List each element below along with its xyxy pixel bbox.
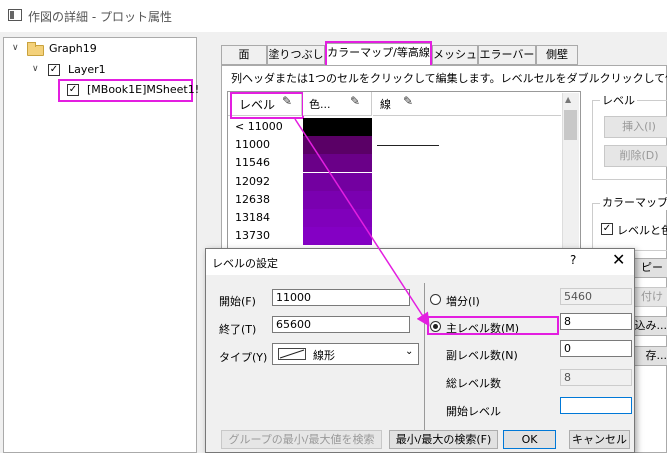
grid-header-line-label: 線 [380, 98, 391, 111]
plot-checkbox[interactable]: ✓ [67, 84, 79, 96]
tab-side-wall[interactable]: 側壁 [536, 45, 578, 65]
level-group-label: レベル [600, 92, 637, 108]
increment-input[interactable] [560, 288, 632, 305]
app-window-icon [8, 9, 22, 21]
tab-mesh[interactable]: メッシュ [432, 45, 478, 65]
increment-label: 増分(I) [446, 295, 480, 308]
color-swatch[interactable] [303, 118, 372, 136]
color-swatch[interactable] [303, 209, 372, 227]
scroll-up-icon[interactable]: ▲ [565, 95, 571, 104]
line-sample [377, 145, 439, 146]
folder-icon [27, 42, 44, 56]
help-icon[interactable]: ? [570, 253, 576, 267]
start-level-input[interactable] [560, 397, 632, 414]
tree-item-layer[interactable]: Layer1 [68, 63, 106, 76]
minor-levels-label: 副レベル数(N) [446, 349, 518, 362]
save-button[interactable]: 存... [630, 346, 667, 366]
collapse-toggle-icon[interactable]: ∨ [32, 64, 39, 74]
insert-button[interactable]: 挿入(I) [604, 116, 667, 138]
total-levels-label: 総レベル数 [446, 377, 501, 390]
highlight-frame-tab [325, 41, 432, 67]
dialog-title: レベルの設定 [212, 257, 278, 270]
delete-button[interactable]: 削除(D) [604, 145, 667, 167]
end-input[interactable] [272, 316, 410, 333]
major-levels-input[interactable] [560, 313, 632, 330]
load-button[interactable]: 込み... [630, 316, 667, 336]
start-label: 開始(F) [219, 295, 256, 308]
tab-fill[interactable]: 塗りつぶし [267, 45, 325, 65]
colormap-group-label: カラーマップテー [600, 194, 667, 210]
level-cell[interactable]: 13730 [235, 227, 270, 245]
cancel-button[interactable]: キャンセル [569, 430, 630, 449]
tree-item-plot[interactable]: [MBook1E]MSheet1! [87, 83, 199, 96]
start-input[interactable] [272, 289, 410, 306]
end-label: 終了(T) [219, 323, 257, 336]
level-color-label: レベルと色 [617, 224, 667, 237]
dialog-separator [424, 283, 425, 433]
level-color-checkbox[interactable]: ✓ [601, 223, 613, 235]
tree-item-graph[interactable]: Graph19 [49, 42, 97, 55]
find-minmax-button[interactable]: 最小/最大の検索(F) [389, 430, 498, 449]
level-group-frame [592, 100, 667, 180]
level-cell[interactable]: < 11000 [235, 118, 283, 136]
pencil-icon[interactable]: ✎ [350, 94, 360, 108]
group-minmax-button[interactable]: グループの最小/最大値を検索 [221, 430, 382, 449]
grid-header-line[interactable] [373, 92, 561, 116]
total-levels-input[interactable] [560, 369, 632, 386]
ok-button[interactable]: OK [503, 430, 556, 449]
increment-radio[interactable] [430, 294, 441, 305]
color-swatch[interactable] [303, 190, 372, 209]
chevron-down-icon[interactable]: ⌄ [405, 346, 413, 357]
minor-levels-input[interactable] [560, 340, 632, 357]
color-swatch[interactable] [303, 136, 372, 155]
level-cell[interactable]: 11546 [235, 154, 270, 172]
color-swatch[interactable] [303, 172, 372, 191]
instruction-text: 列ヘッダまたは1つのセルをクリックして編集します。レベルセルをダブルクリックして… [231, 72, 667, 85]
layer-checkbox[interactable]: ✓ [48, 64, 60, 76]
color-swatch[interactable] [303, 227, 372, 246]
level-cell[interactable]: 13184 [235, 209, 270, 227]
window-title: 作図の詳細 - プロット属性 [28, 10, 172, 24]
copy-button[interactable]: ピー [630, 258, 667, 278]
linear-scale-icon [278, 348, 306, 360]
level-cell[interactable]: 12092 [235, 173, 270, 191]
level-cell[interactable]: 11000 [235, 136, 270, 154]
start-level-label: 開始レベル [446, 405, 501, 418]
tab-surface[interactable]: 面 [221, 45, 267, 65]
highlight-frame-major-levels [427, 316, 559, 335]
type-value: 線形 [313, 349, 335, 362]
collapse-toggle-icon[interactable]: ∨ [12, 43, 19, 53]
scrollbar-thumb[interactable] [564, 110, 577, 140]
close-icon[interactable]: ✕ [612, 250, 625, 269]
pencil-icon[interactable]: ✎ [403, 94, 413, 108]
color-swatch[interactable] [303, 154, 372, 173]
type-label: タイプ(Y) [219, 351, 268, 364]
level-cell[interactable]: 12638 [235, 191, 270, 209]
paste-button[interactable]: 付け [630, 287, 667, 307]
highlight-frame-level-header [230, 92, 304, 119]
grid-header-color-label: 色... [309, 98, 331, 111]
tab-error-bar[interactable]: エラーバー [478, 45, 536, 65]
